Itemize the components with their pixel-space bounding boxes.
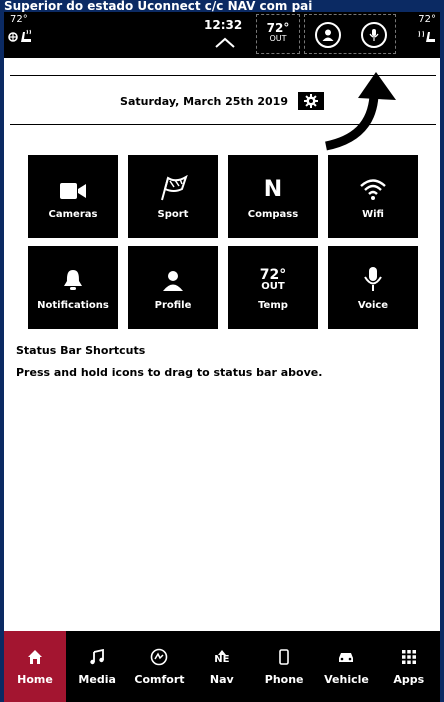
status-bar: 72° 12:32 72° OUT 72° [4,12,440,58]
tile-notifications[interactable]: Notifications [28,246,118,329]
phone-icon [279,649,289,665]
bottom-nav: Home Media Comfort NE Nav Phone Vehicle … [4,631,440,702]
screen-frame: 72° 12:32 72° OUT 72° Saturday, March 25… [0,12,444,702]
nav-label: Apps [393,673,425,686]
camera-icon [60,183,86,199]
nav-phone[interactable]: Phone [253,631,315,702]
tile-sport[interactable]: Sport [128,155,218,238]
nav-apps[interactable]: Apps [378,631,440,702]
vehicle-icon [339,653,354,662]
tile-profile[interactable]: Profile [128,246,218,329]
nav-vehicle[interactable]: Vehicle [315,631,377,702]
tile-label: Compass [247,209,299,220]
nav-label: Nav [209,673,234,686]
nav-nav[interactable]: NE Nav [191,631,253,702]
caption-text: Superior do estado Uconnect c/c NAV com … [4,0,313,12]
nav-label: Media [78,673,116,686]
heated-steering-icon[interactable] [416,28,436,44]
tile-label: Temp [258,300,288,311]
compass-icon: N [263,177,283,202]
profile-icon [322,29,334,41]
profile-icon [163,271,183,291]
voice-shortcut-button[interactable] [361,22,387,48]
app-tiles-grid: Cameras Sport N Compass Wifi Notificatio… [28,155,422,329]
status-shortcut-slots [304,14,396,54]
clock: 12:32 [204,18,243,32]
wifi-icon [360,179,386,200]
bell-icon [64,270,82,290]
nav-heading: NE [214,653,230,665]
sport-flag-icon [161,175,188,201]
nav-label: Home [17,673,53,686]
home-icon [28,650,42,664]
profile-shortcut-button[interactable] [315,22,341,48]
outside-temp-label: OUT [269,34,287,43]
nav-label: Comfort [134,673,185,686]
outside-temp-value: 72° [266,21,290,35]
tile-compass[interactable]: N Compass [228,155,318,238]
shortcuts-title: Status Bar Shortcuts [16,344,146,357]
driver-temp[interactable]: 72° [10,14,28,25]
nav-label: Phone [264,673,304,686]
caption-strip: Superior do estado Uconnect c/c NAV com … [0,0,444,12]
nav-comfort[interactable]: Comfort [128,631,190,702]
nav-label: Vehicle [324,673,369,686]
heated-seat-icon[interactable] [8,28,34,44]
tile-wifi[interactable]: Wifi [328,155,418,238]
chevron-up-icon[interactable] [214,36,236,48]
passenger-temp[interactable]: 72° [418,14,436,25]
tile-label: Profile [154,300,192,311]
tile-label: Voice [357,300,389,311]
nav-home[interactable]: Home [4,631,66,702]
microphone-icon [364,267,382,291]
date-label: Saturday, March 25th 2019 [120,94,288,108]
tile-label: Sport [157,209,189,220]
shortcuts-description: Press and hold icons to drag to status b… [16,366,323,379]
nav-media[interactable]: Media [66,631,128,702]
curved-arrow-icon [325,72,396,151]
outside-temp-shortcut[interactable]: 72° OUT [256,14,300,54]
tile-cameras[interactable]: Cameras [28,155,118,238]
comfort-icon [151,648,168,666]
tile-label: Wifi [362,209,384,220]
tile-label: Cameras [48,209,98,220]
tile-voice[interactable]: Voice [328,246,418,329]
tile-temp[interactable]: 72° OUT Temp [228,246,318,329]
temp-sub-label: OUT [261,281,285,292]
microphone-icon [369,29,379,41]
music-note-icon [90,649,105,665]
apps-grid-icon [401,650,416,664]
tile-label: Notifications [37,300,109,311]
temp-icon: 72° [259,267,287,283]
